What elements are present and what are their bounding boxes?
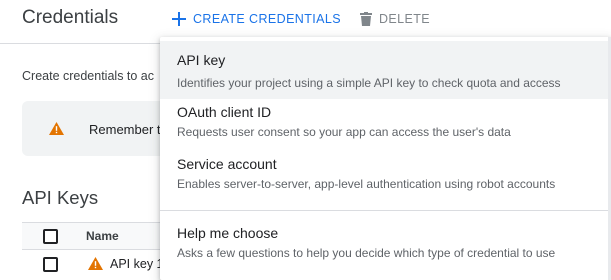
menu-divider [160,210,611,211]
column-header-name: Name [86,229,119,243]
api-keys-title: API Keys [22,187,99,208]
intro-text: Create credentials to ac [22,69,155,83]
table-header: Name [22,222,162,250]
menu-item-oauth-client-id[interactable]: OAuth client ID Requests user consent so… [160,97,611,155]
menu-item-description: Asks a few questions to help you decide … [177,246,556,260]
delete-button[interactable]: DELETE [360,7,430,31]
menu-item-help-me-choose[interactable]: Help me choose Asks a few questions to h… [160,218,611,276]
page-title: Credentials [22,7,119,28]
menu-item-description: Requests user consent so your app can ac… [177,125,511,139]
menu-item-description: Identifies your project using a simple A… [177,76,561,90]
menu-item-label: Service account [177,156,277,172]
reminder-banner: Remember t [22,101,182,156]
trash-icon [360,12,372,26]
create-credentials-menu: API key Identifies your project using a … [160,37,611,280]
row-checkbox[interactable] [43,257,58,272]
api-key-name[interactable]: API key 1 [110,257,164,271]
select-all-checkbox[interactable] [43,229,58,244]
banner-text: Remember t [89,122,161,137]
table-row: API key 1 [22,251,164,280]
create-credentials-button[interactable]: CREATE CREDENTIALS [172,7,341,31]
plus-icon [172,12,186,26]
menu-item-description: Enables server-to-server, app-level auth… [177,177,556,191]
menu-item-label: Help me choose [177,225,279,241]
menu-item-label: OAuth client ID [177,104,272,120]
menu-item-service-account[interactable]: Service account Enables server-to-server… [160,149,611,207]
warning-icon [49,122,64,135]
delete-label: DELETE [379,12,431,26]
menu-item-label: API key [177,52,226,68]
warning-icon [88,257,103,270]
menu-item-api-key[interactable]: API key Identifies your project using a … [160,41,611,99]
create-credentials-label: CREATE CREDENTIALS [193,12,341,26]
